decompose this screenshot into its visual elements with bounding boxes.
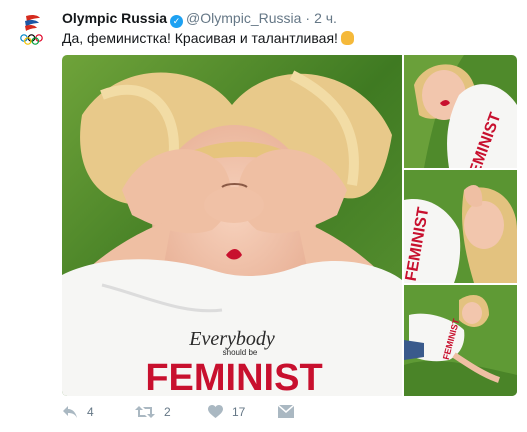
retweet-count: 2 [164,405,171,419]
retweet-icon [135,406,155,418]
like-count: 17 [232,405,246,419]
author-name[interactable]: Olympic Russia [62,10,167,26]
olympic-russia-logo-icon [20,14,43,45]
header-separator: · [305,10,311,26]
tweet-photo-main[interactable]: Everybody should be FEMINIST [62,55,402,396]
envelope-icon [278,405,294,418]
heart-icon [208,405,223,418]
tweet-text-content: Да, феминистка! Красивая и талантливая! [62,30,338,46]
author-handle[interactable]: @Olympic_Russia [186,10,301,26]
side-photo-3-image: FEMINIST [404,285,517,396]
reply-count: 4 [87,405,94,419]
tweet-timestamp[interactable]: 2 ч. [314,10,337,26]
main-shirt-text-top: Everybody [188,328,275,350]
tweet-photo-side-1[interactable]: FEMINIST [404,55,517,168]
side-photo-1-image: FEMINIST [404,55,517,168]
retweet-button[interactable]: 2 [135,405,171,419]
side-photo-2-image: FEMINIST [404,170,517,283]
direct-message-button[interactable] [278,405,294,418]
reply-icon [63,406,77,418]
tweet-photo-side-3[interactable]: FEMINIST [404,285,517,396]
person-emoji-icon [340,31,354,45]
like-button[interactable]: 17 [208,405,245,419]
tweet-text: Да, феминистка! Красивая и талантливая! [62,30,354,46]
main-shirt-text-bottom: FEMINIST [145,357,322,396]
main-shirt-text-middle: should be [223,348,258,357]
tweet-header: Olympic Russia ✓ @Olympic_Russia · 2 ч. [62,10,337,28]
tweet-photo-side-2[interactable]: FEMINIST [404,170,517,283]
reply-button[interactable]: 4 [62,405,94,419]
author-avatar[interactable] [14,12,50,48]
main-photo-image: Everybody should be FEMINIST [62,55,402,396]
verified-badge-icon: ✓ [170,15,184,28]
